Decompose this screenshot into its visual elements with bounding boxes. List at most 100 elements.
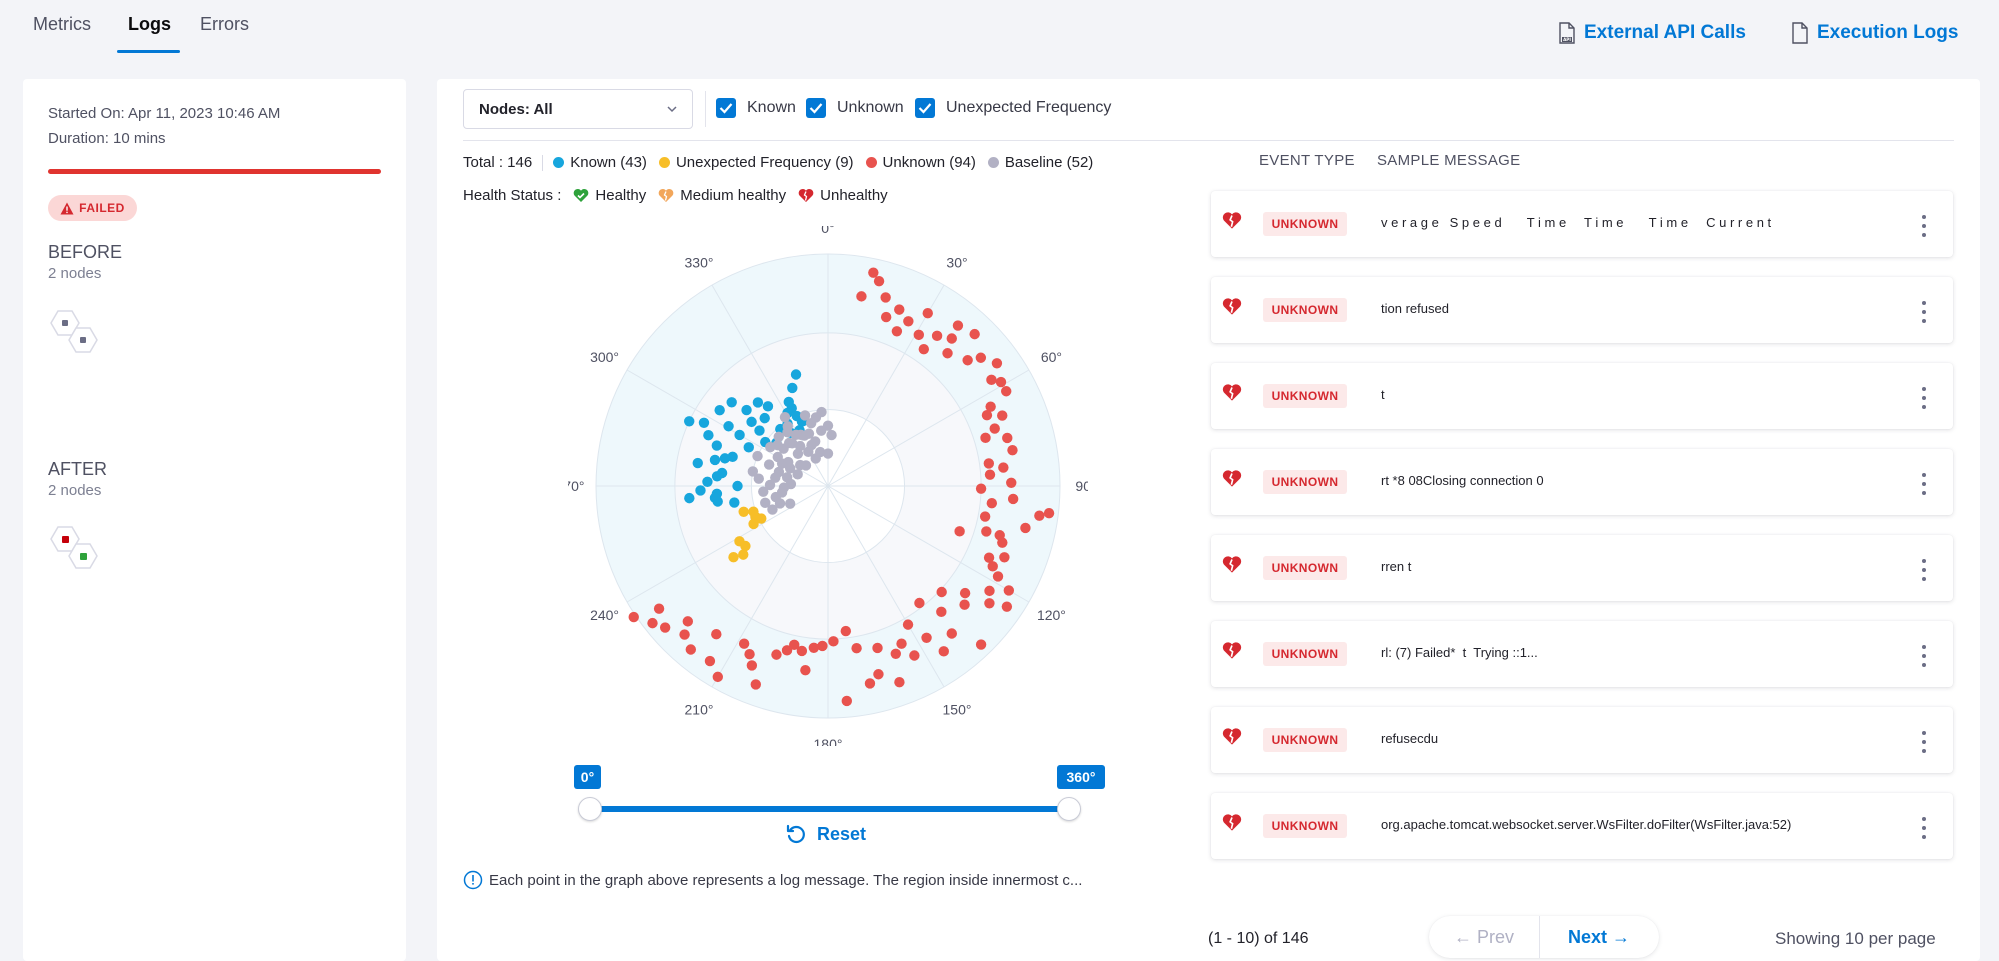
unexpected-frequency-filter-checkbox[interactable]: Unexpected Frequency [915, 98, 1111, 118]
table-row[interactable]: UNKNOWN rt *8 08Closing connection 0 [1211, 449, 1953, 515]
more-options-icon[interactable] [1921, 215, 1927, 237]
baseline-point[interactable] [810, 453, 821, 464]
unknown-point[interactable] [962, 355, 973, 366]
unknown-point[interactable] [986, 374, 997, 386]
unknown-point[interactable] [750, 679, 761, 690]
table-row[interactable]: UNKNOWN tion refused [1211, 277, 1953, 343]
baseline-point[interactable] [763, 459, 775, 470]
unknown-point[interactable] [1007, 493, 1019, 505]
unknown-point[interactable] [1002, 432, 1013, 444]
unknown-point[interactable] [771, 649, 782, 660]
known-point[interactable] [719, 453, 731, 464]
more-options-icon[interactable] [1921, 387, 1927, 409]
baseline-point[interactable] [752, 450, 763, 462]
unknown-point[interactable] [991, 358, 1003, 369]
known-point[interactable] [752, 397, 764, 408]
baseline-point[interactable] [767, 504, 778, 515]
unknown-point[interactable] [918, 343, 930, 355]
baseline-point[interactable] [822, 448, 834, 459]
unknown-point[interactable] [891, 326, 903, 337]
unknown-point[interactable] [840, 625, 852, 637]
known-point[interactable] [729, 497, 740, 508]
unknown-point[interactable] [841, 695, 853, 707]
unknown-point[interactable] [914, 597, 925, 609]
unknown-point[interactable] [952, 320, 964, 331]
unexpected-frequency-point[interactable] [748, 518, 759, 530]
legend-baseline[interactable]: Baseline (52) [987, 154, 1093, 171]
unknown-point[interactable] [738, 638, 750, 649]
tab-metrics[interactable]: Metrics [33, 14, 91, 35]
known-point[interactable] [734, 429, 745, 441]
more-options-icon[interactable] [1921, 473, 1927, 495]
unknown-point[interactable] [909, 650, 920, 661]
unknown-point[interactable] [682, 616, 694, 627]
unknown-point[interactable] [1001, 386, 1012, 397]
unknown-point[interactable] [997, 537, 1008, 548]
unexpected-frequency-point[interactable] [728, 552, 739, 563]
known-point[interactable] [711, 440, 723, 451]
unknown-point[interactable] [873, 275, 885, 287]
tab-logs[interactable]: Logs [128, 14, 171, 35]
unknown-point[interactable] [946, 333, 957, 344]
known-point[interactable] [762, 401, 774, 412]
unknown-point[interactable] [746, 660, 758, 671]
unknown-point[interactable] [711, 629, 722, 640]
known-point[interactable] [754, 425, 765, 436]
table-row[interactable]: UNKNOWN v e r a g e S p e e d T i m e T i… [1211, 191, 1953, 257]
unknown-point[interactable] [781, 645, 793, 656]
unknown-point[interactable] [896, 638, 907, 649]
unexpected-frequency-point[interactable] [740, 540, 751, 552]
unknown-point[interactable] [922, 308, 933, 319]
known-point[interactable] [698, 417, 710, 429]
known-point[interactable] [711, 471, 723, 482]
known-point[interactable] [709, 492, 721, 504]
legend-known[interactable]: Known (43) [553, 154, 647, 171]
before-nodes-graphic[interactable] [48, 306, 108, 356]
unknown-point[interactable] [981, 526, 992, 537]
unknown-point[interactable] [872, 642, 883, 654]
unknown-point[interactable] [954, 526, 965, 537]
more-options-icon[interactable] [1921, 301, 1927, 323]
baseline-point[interactable] [773, 431, 784, 442]
unknown-point[interactable] [873, 669, 884, 680]
unknown-point[interactable] [921, 632, 932, 643]
more-options-icon[interactable] [1921, 817, 1927, 839]
known-point[interactable] [741, 404, 752, 416]
unknown-point[interactable] [981, 410, 993, 421]
baseline-point[interactable] [758, 486, 769, 497]
unknown-point[interactable] [817, 640, 828, 652]
unknown-point[interactable] [979, 511, 991, 522]
known-point[interactable] [684, 492, 695, 504]
unknown-point[interactable] [712, 671, 723, 683]
known-point[interactable] [732, 480, 743, 492]
unknown-point[interactable] [679, 629, 690, 640]
known-point[interactable] [723, 421, 734, 432]
execution-logs-link[interactable]: Execution Logs [1791, 22, 1958, 44]
unknown-point[interactable] [1006, 477, 1017, 489]
baseline-point[interactable] [782, 421, 793, 432]
unknown-point[interactable] [890, 648, 901, 659]
table-row[interactable]: UNKNOWN t [1211, 363, 1953, 429]
slider-max-handle[interactable] [1057, 797, 1081, 821]
unknown-point[interactable] [704, 655, 716, 667]
unexpected-frequency-point[interactable] [738, 506, 749, 517]
unknown-point[interactable] [1003, 585, 1015, 596]
unknown-point[interactable] [856, 291, 867, 302]
known-point[interactable] [759, 412, 770, 424]
external-api-calls-link[interactable]: API External API Calls [1558, 22, 1746, 44]
unknown-point[interactable] [744, 649, 755, 660]
baseline-point[interactable] [753, 473, 764, 484]
baseline-point[interactable] [779, 411, 791, 423]
baseline-point[interactable] [822, 420, 834, 431]
baseline-point[interactable] [784, 498, 796, 509]
unknown-point[interactable] [984, 598, 995, 609]
unknown-point[interactable] [975, 352, 987, 363]
unknown-point[interactable] [992, 571, 1004, 582]
baseline-point[interactable] [783, 437, 795, 449]
unknown-point[interactable] [894, 677, 905, 688]
unknown-point[interactable] [1007, 444, 1018, 456]
unknown-point[interactable] [880, 292, 891, 303]
unknown-point[interactable] [942, 348, 953, 359]
more-options-icon[interactable] [1921, 559, 1927, 581]
unknown-point[interactable] [647, 617, 658, 629]
